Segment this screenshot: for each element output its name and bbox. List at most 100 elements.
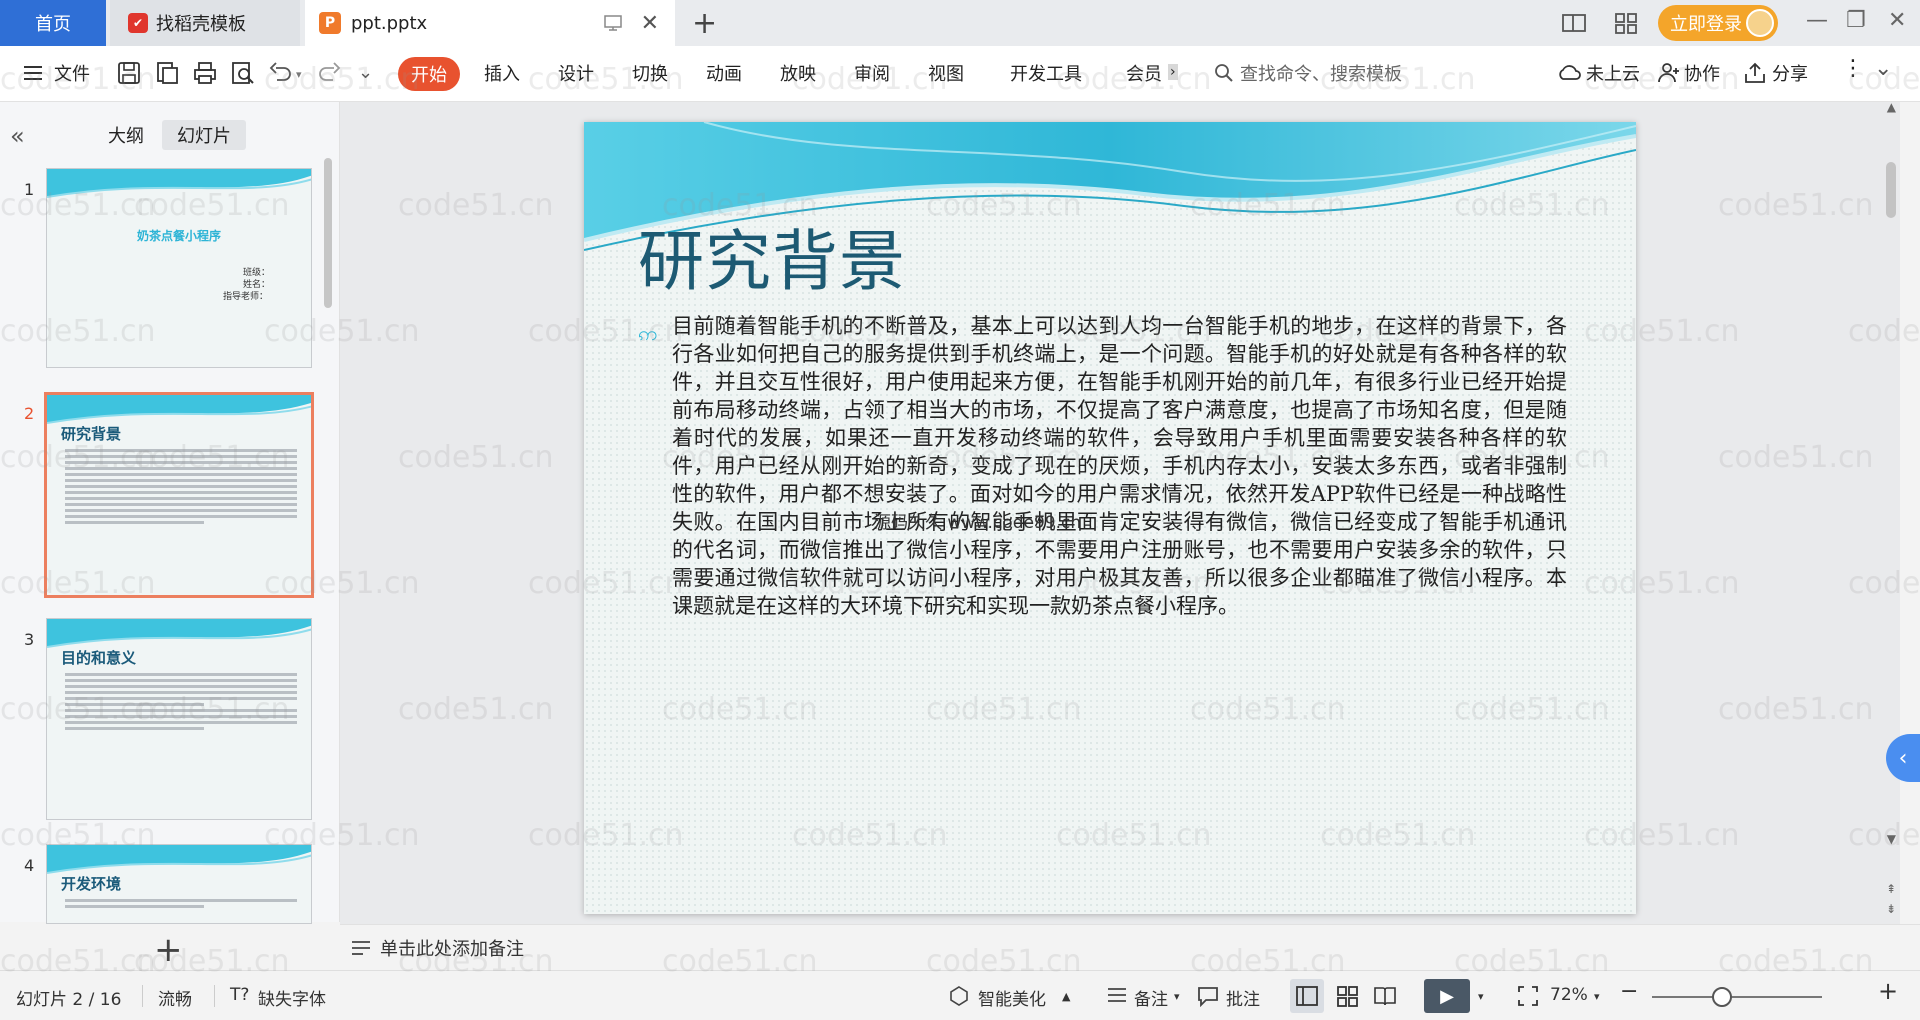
more-options-icon[interactable]: ⋮ (1842, 56, 1864, 81)
status-bar: 幻灯片 2 / 16 流畅 T? 缺失字体 智能美化 ▲ 备注 ▾ 批注 ▶ ▾… (0, 970, 1920, 1020)
missing-font-button[interactable]: 缺失字体 (258, 985, 326, 1010)
slide-thumbnail-panel: « 大纲 幻灯片 1 奶茶点餐小程序 班级： 姓名： 指导老师： 2 研究背景 … (0, 102, 340, 970)
minimize-icon[interactable]: — (1806, 8, 1828, 33)
close-window-icon[interactable]: ✕ (1888, 8, 1906, 33)
collapse-ribbon-icon[interactable]: ⌄ (1874, 56, 1892, 81)
thumbnail-title: 研究背景 (61, 425, 122, 443)
search-placeholder: 查找命令、搜索模板 (1240, 64, 1402, 85)
comment-button[interactable]: 批注 (1226, 985, 1260, 1010)
beautify-dropdown-icon[interactable]: ▲ (1062, 990, 1070, 1003)
redo-icon[interactable] (316, 60, 342, 86)
scroll-up-icon[interactable]: ▲ (1887, 100, 1896, 114)
wave-banner-icon (47, 169, 311, 198)
tab-animation[interactable]: 动画 (706, 60, 742, 86)
zoom-out-icon[interactable]: − (1620, 979, 1638, 1004)
canvas-scrollbar[interactable] (1886, 162, 1896, 218)
zoom-dropdown-icon[interactable]: ▾ (1594, 990, 1600, 1003)
reading-view-icon[interactable] (1372, 983, 1398, 1009)
screen-icon[interactable] (603, 14, 623, 32)
title-bar: 首页 ✔ 找稻壳模板 P ppt.pptx ✕ + 立即登录 — ❐ ✕ (0, 0, 1920, 46)
tab-review[interactable]: 审阅 (854, 60, 890, 86)
normal-view-button[interactable] (1290, 979, 1324, 1013)
slide-thumbnail-3[interactable]: 目的和意义 (46, 618, 312, 820)
close-tab-icon[interactable]: ✕ (641, 11, 659, 36)
thumbnail-body-text (65, 449, 297, 527)
tab-document[interactable]: P ppt.pptx ✕ (305, 0, 675, 46)
menu-icon[interactable] (22, 62, 44, 84)
more-tabs-icon[interactable]: › (1168, 64, 1178, 80)
undo-icon[interactable] (268, 60, 294, 86)
restore-icon[interactable]: ❐ (1846, 8, 1866, 33)
more-quick-tools-icon[interactable]: ⌄ (358, 62, 373, 83)
collaborate-button[interactable]: 协作 (1684, 60, 1720, 86)
next-slide-icon[interactable]: ⇟ (1886, 902, 1896, 916)
tab-slideshow[interactable]: 放映 (780, 60, 816, 86)
login-label: 立即登录 (1670, 14, 1742, 35)
slide-sorter-icon[interactable] (1334, 983, 1360, 1009)
login-button[interactable]: 立即登录 (1658, 5, 1778, 41)
tab-home-label: 首页 (35, 14, 71, 35)
collapse-panel-icon[interactable]: « (10, 122, 25, 150)
tab-slides[interactable]: 幻灯片 (162, 120, 246, 150)
notes-toggle-icon (1108, 988, 1126, 1002)
missing-font-icon: T? (230, 985, 250, 1005)
slide-title[interactable]: 研究背景 (638, 208, 906, 304)
command-search[interactable]: 查找命令、搜索模板 (1214, 60, 1402, 86)
divider (142, 985, 143, 1007)
slide-number: 4 (24, 856, 35, 875)
play-dropdown-icon[interactable]: ▾ (1478, 990, 1484, 1003)
collaborate-icon (1658, 63, 1679, 83)
export-pdf-icon[interactable] (154, 60, 180, 86)
slide-counter: 幻灯片 2 / 16 (16, 990, 122, 1010)
tab-design[interactable]: 设计 (558, 60, 594, 86)
tab-insert[interactable]: 插入 (484, 60, 520, 86)
save-icon[interactable] (116, 60, 142, 86)
apps-grid-icon[interactable] (1612, 10, 1640, 36)
zoom-slider[interactable] (1652, 996, 1822, 998)
play-slideshow-button[interactable]: ▶ (1424, 979, 1470, 1013)
tab-member[interactable]: 会员 (1126, 60, 1162, 86)
prev-slide-icon[interactable]: ⇞ (1886, 882, 1896, 896)
smart-beautify-button[interactable]: 智能美化 (978, 985, 1046, 1010)
add-slide-icon[interactable]: + (154, 930, 183, 970)
tab-view[interactable]: 视图 (928, 60, 964, 86)
new-tab-icon[interactable]: + (692, 6, 717, 41)
slide-body-text[interactable]: 目前随着智能手机的不断普及，基本上可以达到人均一台智能手机的地步，在这样的背景下… (672, 312, 1567, 620)
smart-beautify-icon (950, 986, 968, 1006)
cloud-icon (1559, 65, 1581, 80)
zoom-in-icon[interactable]: + (1878, 977, 1898, 1005)
tab-start[interactable]: 开始 (398, 57, 460, 91)
tab-transition[interactable]: 切换 (632, 60, 668, 86)
file-menu[interactable]: 文件 (54, 60, 90, 86)
panel-scrollbar[interactable] (324, 158, 332, 308)
notes-icon (352, 940, 370, 955)
zoom-level[interactable]: 72% (1550, 985, 1588, 1005)
tab-developer[interactable]: 开发工具 (1010, 60, 1082, 86)
print-preview-icon[interactable] (230, 60, 256, 86)
share-icon (1745, 62, 1765, 83)
scroll-down-icon[interactable]: ▼ (1887, 832, 1896, 846)
tab-outline[interactable]: 大纲 (100, 120, 152, 150)
notes-bar[interactable]: 单击此处添加备注 (340, 924, 1920, 970)
slide-thumbnail-4[interactable]: 开发环境 (46, 844, 312, 924)
layout-icon[interactable] (1560, 10, 1588, 36)
tab-daoke-templates[interactable]: ✔ 找稻壳模板 (110, 0, 300, 46)
share-button[interactable]: 分享 (1772, 60, 1808, 86)
fit-window-icon[interactable] (1516, 984, 1540, 1008)
print-icon[interactable] (192, 60, 218, 86)
cloud-status[interactable]: 未上云 (1586, 60, 1640, 86)
ribbon-toolbar: 文件 ▾ ⌄ 开始 插入 设计 切换 动画 放映 审阅 视图 开发工具 会员 ›… (0, 46, 1920, 102)
tab-home[interactable]: 首页 (0, 0, 106, 46)
slide-thumbnail-1[interactable]: 奶茶点餐小程序 班级： 姓名： 指导老师： (46, 168, 312, 368)
current-slide[interactable]: 研究背景 ဢ 目前随着智能手机的不断普及，基本上可以达到人均一台智能手机的地步，… (584, 122, 1636, 914)
notes-toggle-button[interactable]: 备注 (1134, 985, 1168, 1010)
slide-thumbnail-2[interactable]: 研究背景 (44, 392, 314, 598)
smooth-mode[interactable]: 流畅 (158, 985, 192, 1010)
notes-dropdown-icon[interactable]: ▾ (1174, 990, 1180, 1003)
tab-document-label: ppt.pptx (351, 12, 428, 34)
undo-dropdown-icon[interactable]: ▾ (296, 68, 302, 81)
normal-view-icon (1296, 986, 1318, 1006)
comment-icon (1198, 987, 1218, 1007)
slide-canvas: 研究背景 ဢ 目前随着智能手机的不断普及，基本上可以达到人均一台智能手机的地步，… (340, 100, 1900, 924)
zoom-slider-handle[interactable] (1712, 987, 1732, 1007)
